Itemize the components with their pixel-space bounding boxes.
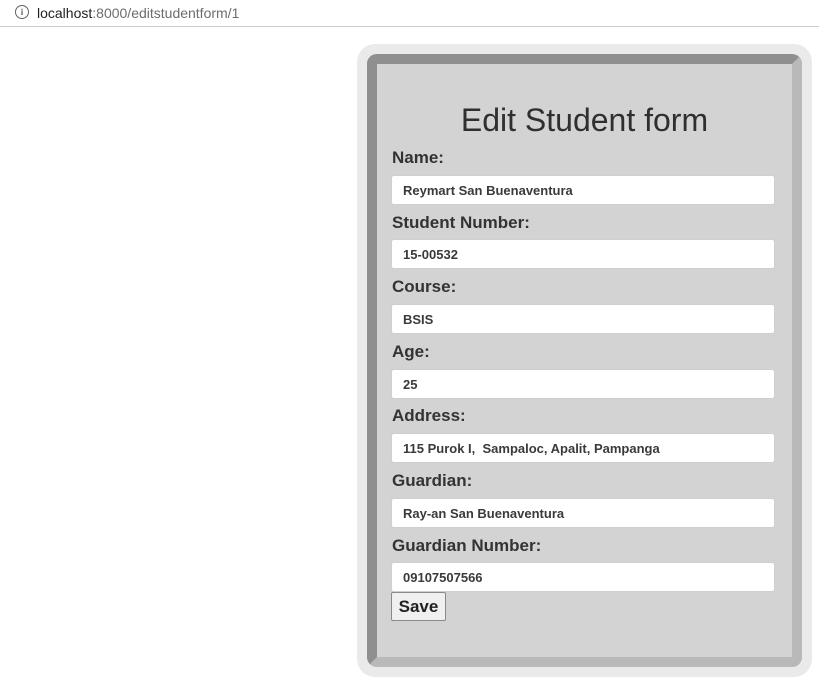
age-input[interactable] <box>391 369 775 399</box>
browser-address-bar[interactable]: i localhost:8000/editstudentform/1 <box>0 0 819 27</box>
address-label: Address: <box>392 406 466 425</box>
student-number-label: Student Number: <box>392 213 530 232</box>
address-input[interactable] <box>391 433 775 463</box>
url-path: :8000/editstudentform/1 <box>92 5 240 21</box>
course-label: Course: <box>392 277 457 296</box>
guardian-number-label: Guardian Number: <box>392 536 542 555</box>
student-number-input[interactable] <box>391 239 775 269</box>
guardian-number-input[interactable] <box>391 562 775 592</box>
name-input[interactable] <box>391 175 775 205</box>
guardian-label: Guardian: <box>392 471 473 490</box>
info-icon[interactable]: i <box>15 5 29 19</box>
guardian-input[interactable] <box>391 498 775 528</box>
name-label: Name: <box>392 148 444 167</box>
age-label: Age: <box>392 342 430 361</box>
form-card: Edit Student form Name: Student Number: … <box>357 44 812 677</box>
url-text[interactable]: localhost:8000/editstudentform/1 <box>37 4 239 22</box>
form-panel: Edit Student form Name: Student Number: … <box>367 54 802 667</box>
form-title: Edit Student form <box>460 102 709 138</box>
save-button[interactable]: Save <box>391 592 446 621</box>
url-host: localhost <box>37 5 93 21</box>
course-input[interactable] <box>391 304 775 334</box>
